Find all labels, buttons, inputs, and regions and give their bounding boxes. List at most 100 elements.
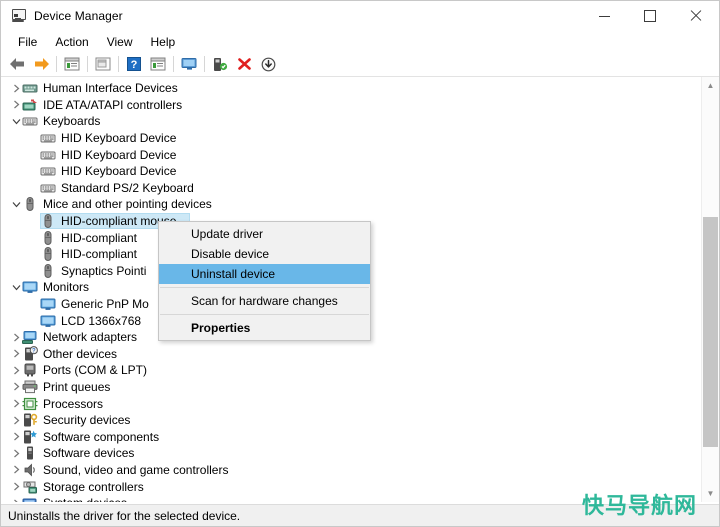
toolbar-separator — [173, 56, 174, 72]
monitor-icon — [40, 313, 56, 329]
list2-icon — [150, 57, 166, 71]
tree-leaf-spacer — [29, 213, 40, 229]
chevron-right-icon[interactable] — [11, 479, 22, 495]
title-bar: Device Manager — [1, 1, 719, 31]
chevron-right-icon[interactable] — [11, 429, 22, 445]
forward-icon — [34, 58, 49, 70]
mouse-icon — [40, 263, 56, 279]
context-menu-item-update-driver[interactable]: Update driver — [159, 224, 370, 244]
tree-row-label: Software components — [43, 429, 160, 444]
tree-row[interactable]: ? Other devices — [1, 345, 702, 363]
tree-row[interactable]: Print queues — [1, 379, 702, 396]
menu-help[interactable]: Help — [142, 33, 185, 51]
context-menu-item-properties[interactable]: Properties — [159, 318, 370, 338]
context-menu[interactable]: Update driver Disable device Uninstall dev… — [158, 221, 371, 341]
storage-controller-icon — [22, 479, 38, 495]
toolbar-separator — [56, 56, 57, 72]
tree-row-label: Software devices — [43, 446, 135, 461]
chevron-right-icon[interactable] — [11, 97, 22, 113]
tree-row[interactable]: Processors — [1, 395, 702, 412]
chevron-right-icon[interactable] — [11, 445, 22, 461]
menu-view[interactable]: View — [98, 33, 142, 51]
tree-row-label: Print queues — [43, 379, 111, 394]
chevron-right-icon[interactable] — [11, 412, 22, 428]
forward-button[interactable] — [29, 53, 53, 75]
scrollbar-thumb[interactable] — [703, 217, 718, 447]
uninstall-device-button[interactable] — [232, 53, 256, 75]
tree-row[interactable]: HID Keyboard Device — [1, 130, 702, 147]
device-tree-panel: Human Interface Devices IDE ATA/ATAPI con… — [1, 77, 719, 502]
tree-row[interactable]: Software devices — [1, 445, 702, 462]
toolbar: ? — [1, 52, 719, 77]
tree-row-label: Mice and other pointing devices — [43, 197, 212, 212]
tree-row[interactable]: HID Keyboard Device — [1, 163, 702, 180]
scroll-up-button[interactable]: ▲ — [702, 77, 719, 94]
toolbar-separator — [204, 56, 205, 72]
chevron-right-icon[interactable] — [11, 346, 22, 362]
device-list-button[interactable] — [146, 53, 170, 75]
menu-bar: File Action View Help — [1, 31, 719, 52]
monitor-icon — [181, 58, 196, 70]
menu-file[interactable]: File — [9, 33, 46, 51]
back-button[interactable] — [5, 53, 29, 75]
context-menu-separator — [160, 314, 369, 315]
close-button[interactable] — [673, 1, 719, 31]
tree-leaf-spacer — [29, 180, 40, 196]
chevron-down-icon[interactable] — [11, 113, 22, 129]
tree-row[interactable]: HID Keyboard Device — [1, 146, 702, 163]
tree-row-label: HID Keyboard Device — [61, 131, 177, 146]
toolbar-separator — [118, 56, 119, 72]
chevron-right-icon[interactable] — [11, 329, 22, 345]
toolbar-separator — [87, 56, 88, 72]
update-driver-button[interactable] — [208, 53, 232, 75]
tree-row[interactable]: IDE ATA/ATAPI controllers — [1, 97, 702, 114]
menu-action[interactable]: Action — [46, 33, 97, 51]
maximize-icon — [644, 10, 656, 22]
tree-row-label: System devices — [43, 495, 127, 502]
other-device-icon: ? — [22, 345, 38, 362]
mouse-icon — [22, 196, 38, 212]
context-menu-item-scan-for-hardware-changes[interactable]: Scan for hardware changes — [159, 291, 370, 311]
scan-hardware-changes-button[interactable] — [177, 53, 201, 75]
maximize-button[interactable] — [627, 1, 673, 31]
chevron-right-icon[interactable] — [11, 462, 22, 478]
tree-row[interactable]: Mice and other pointing devices — [1, 196, 702, 213]
chevron-right-icon[interactable] — [11, 396, 22, 412]
tree-row-label: Security devices — [43, 413, 131, 428]
show-hidden-devices-button[interactable] — [60, 53, 84, 75]
disable-icon — [261, 57, 275, 71]
tree-row-label: IDE ATA/ATAPI controllers — [43, 97, 183, 112]
chevron-right-icon[interactable] — [11, 495, 22, 502]
mouse-icon — [40, 246, 56, 262]
tree-row[interactable]: System devices — [1, 495, 702, 502]
disable-device-button[interactable] — [256, 53, 280, 75]
window-controls — [581, 1, 719, 31]
help-button[interactable]: ? — [122, 53, 146, 75]
tree-row[interactable]: Human Interface Devices — [1, 80, 702, 97]
mouse-icon — [40, 230, 56, 246]
tree-row[interactable]: Ports (COM & LPT) — [1, 362, 702, 379]
tree-row-label: Storage controllers — [43, 479, 144, 494]
tree-row[interactable]: Standard PS/2 Keyboard — [1, 180, 702, 197]
context-menu-item-disable-device[interactable]: Disable device — [159, 244, 370, 264]
tree-row[interactable]: Storage controllers — [1, 478, 702, 495]
tree-row-label: Synaptics Pointi — [61, 263, 147, 278]
chevron-down-icon[interactable] — [11, 196, 22, 212]
chevron-right-icon[interactable] — [11, 80, 22, 96]
chevron-down-icon[interactable] — [11, 279, 22, 295]
tree-row[interactable]: Security devices — [1, 412, 702, 429]
keyboard-icon — [40, 130, 56, 146]
vertical-scrollbar[interactable]: ▲ ▼ — [701, 77, 719, 502]
keyboard-icon — [40, 163, 56, 179]
tree-row[interactable]: Sound, video and game controllers — [1, 462, 702, 479]
minimize-button[interactable] — [581, 1, 627, 31]
scroll-down-button[interactable]: ▼ — [702, 485, 719, 502]
tree-leaf-spacer — [29, 230, 40, 246]
context-menu-item-uninstall-device[interactable]: Uninstall device — [159, 264, 370, 284]
printer-icon — [22, 379, 38, 395]
chevron-right-icon[interactable] — [11, 379, 22, 395]
tree-row[interactable]: Keyboards — [1, 113, 702, 130]
tree-row[interactable]: Software components — [1, 428, 702, 445]
properties-button[interactable] — [91, 53, 115, 75]
chevron-right-icon[interactable] — [11, 362, 22, 378]
